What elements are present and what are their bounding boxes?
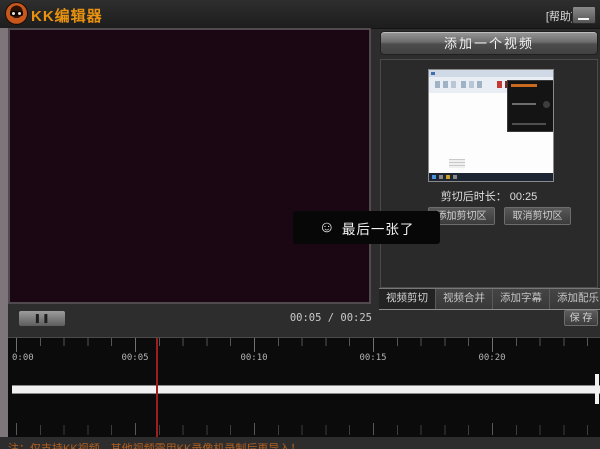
footer-note: 注：仅支持KK视频，其他视频需用KK录像机录制后再导入！ bbox=[8, 443, 302, 449]
duration-label: 剪切后时长： bbox=[440, 191, 507, 203]
tick-label: 0:00 bbox=[12, 353, 34, 363]
left-edge-strip bbox=[0, 28, 8, 437]
clip-track[interactable] bbox=[12, 385, 600, 394]
title-bar: KK编辑器 [帮助] bbox=[0, 0, 600, 29]
minimize-icon bbox=[578, 18, 589, 20]
smiley-icon: ☺ bbox=[318, 218, 335, 236]
video-preview bbox=[8, 28, 371, 304]
tick-label: 00:15 bbox=[359, 353, 387, 363]
timeline: 0:00 00:05 00:10 00:15 00:20 bbox=[8, 337, 600, 437]
bottom-major-ticks bbox=[16, 423, 600, 435]
tick-label: 00:20 bbox=[478, 353, 506, 363]
save-button[interactable]: 保 存 bbox=[564, 310, 598, 326]
app-logo-icon bbox=[6, 3, 27, 24]
thumb-watermark bbox=[449, 159, 465, 168]
thumb-taskbar bbox=[429, 173, 553, 181]
tab-video-cut[interactable]: 视频剪切 bbox=[379, 289, 436, 309]
help-link[interactable]: [帮助] bbox=[546, 8, 574, 24]
ruler-major-ticks bbox=[16, 338, 600, 352]
tab-add-subtitle[interactable]: 添加字幕 bbox=[493, 289, 550, 309]
tab-add-music[interactable]: 添加配乐 bbox=[550, 289, 600, 309]
video-thumbnail bbox=[428, 69, 554, 182]
clip-panel: 剪切后时长： 00:25 添加剪切区 取消剪切区 bbox=[380, 59, 598, 288]
tick-label: 00:05 bbox=[121, 353, 149, 363]
time-display: 00:05 / 00:25 bbox=[289, 312, 372, 324]
track-end-handle[interactable] bbox=[595, 374, 599, 404]
pause-button[interactable]: ❚❚ bbox=[18, 310, 66, 327]
duration-line: 剪切后时长： 00:25 bbox=[381, 188, 597, 204]
panel-tabs: 视频剪切 视频合并 添加字幕 添加配乐 bbox=[379, 288, 600, 310]
toast-message: 最后一张了 bbox=[341, 221, 415, 237]
playhead[interactable] bbox=[156, 338, 158, 437]
add-video-button[interactable]: 添加一个视频 bbox=[380, 31, 598, 55]
tab-video-merge[interactable]: 视频合并 bbox=[436, 289, 493, 309]
cancel-cut-button[interactable]: 取消剪切区 bbox=[504, 207, 571, 225]
minimize-button[interactable] bbox=[572, 6, 596, 24]
tick-label: 00:10 bbox=[240, 353, 268, 363]
thumb-titlebar bbox=[429, 70, 553, 77]
toast: ☺ 最后一张了 bbox=[293, 211, 440, 244]
pause-icon: ❚❚ bbox=[33, 313, 51, 323]
app-window: KK编辑器 [帮助] ❚❚ 00:05 / 00:25 ☺ 最后一张了 添加一个… bbox=[0, 0, 600, 449]
thumb-recorder-popup bbox=[507, 80, 553, 132]
app-title: KK编辑器 bbox=[31, 8, 103, 25]
duration-value: 00:25 bbox=[509, 191, 538, 203]
